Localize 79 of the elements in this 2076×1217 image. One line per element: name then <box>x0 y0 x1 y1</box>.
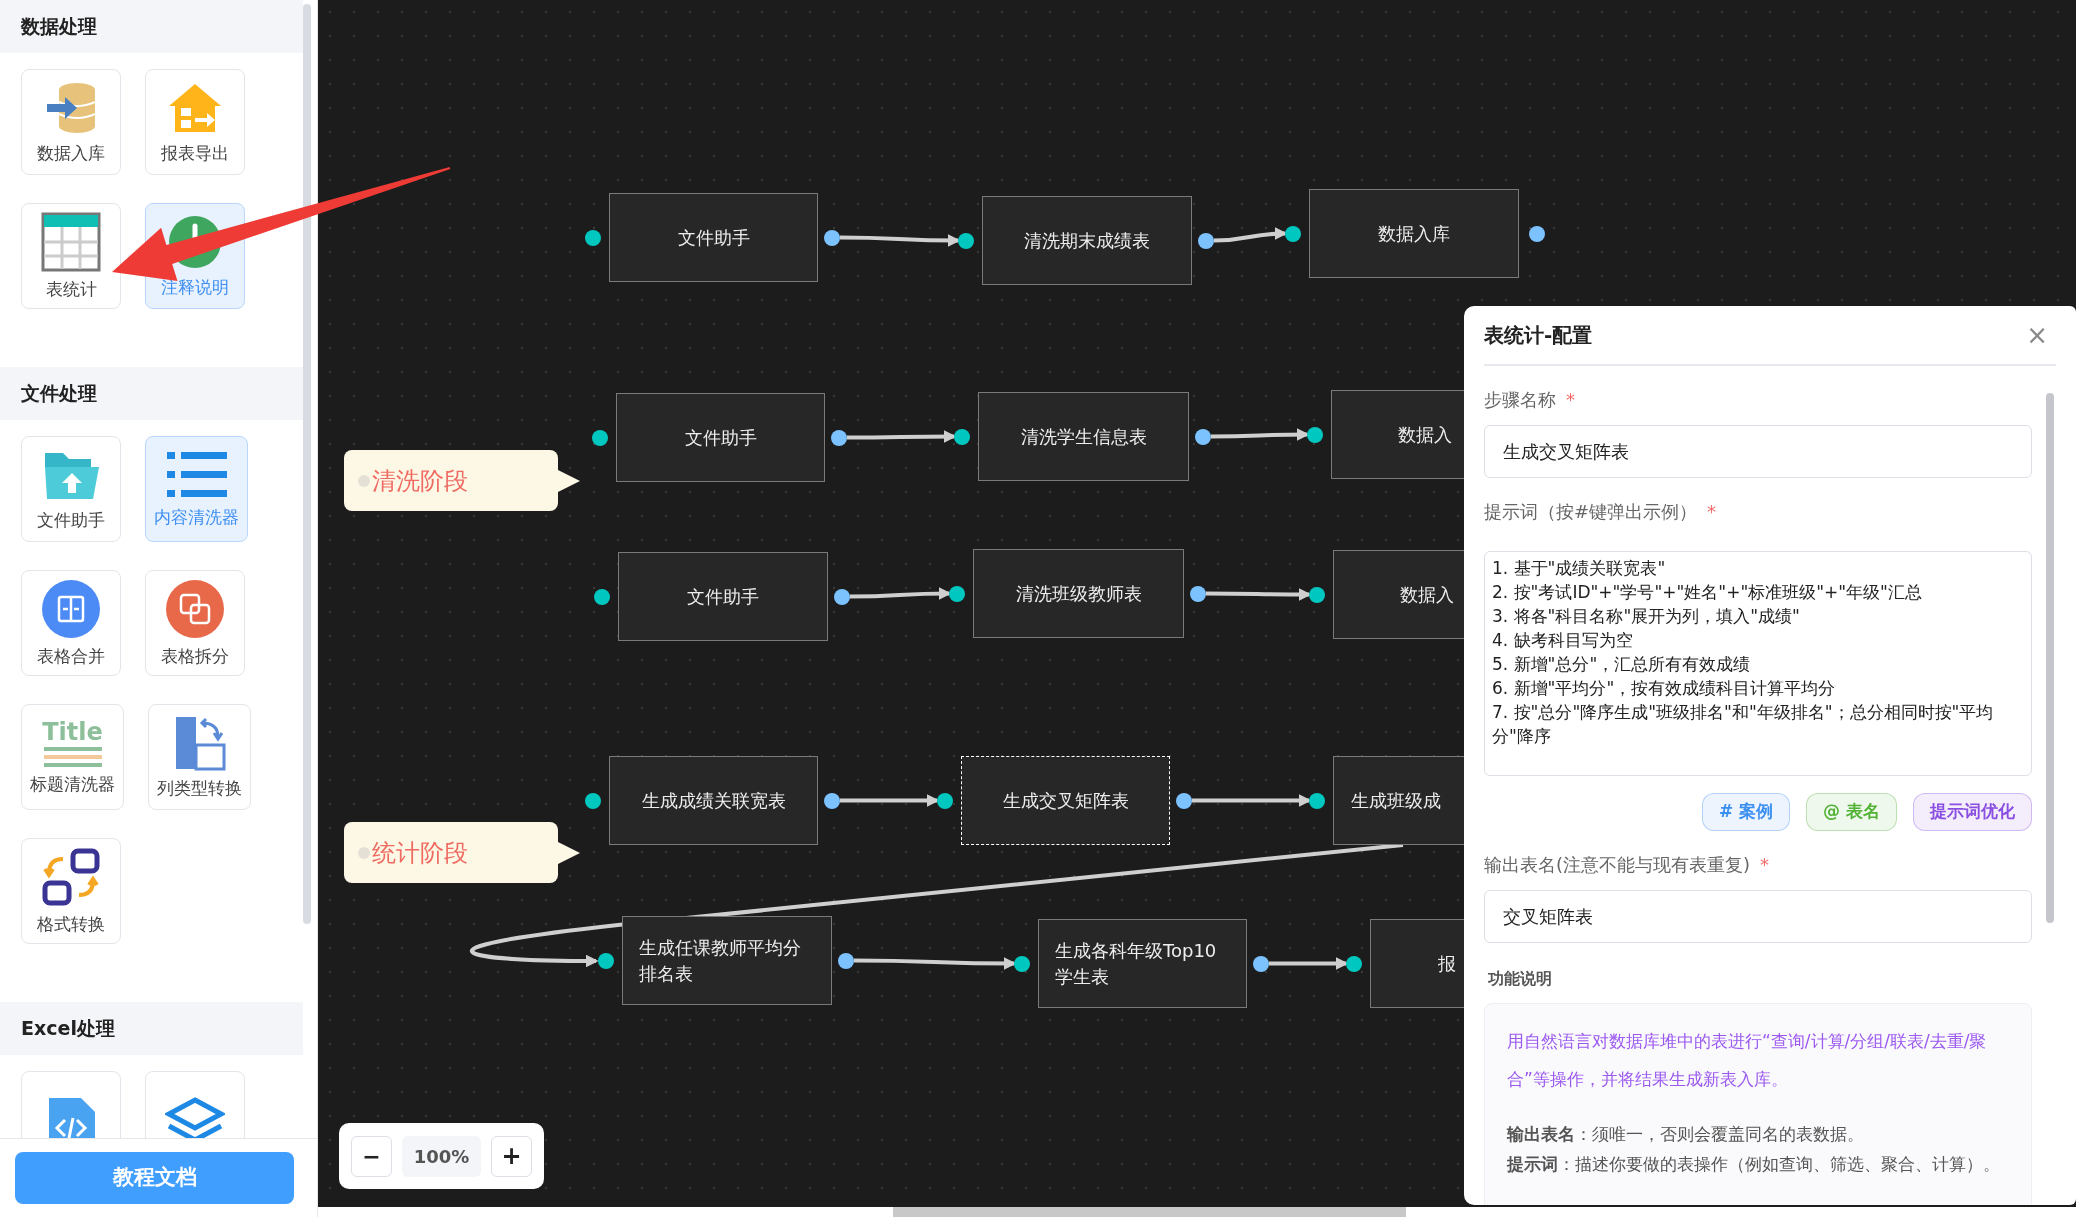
input-port[interactable] <box>594 588 610 605</box>
tool-tile[interactable]: 数据入库 <box>21 69 121 175</box>
field-label: 步骤名称 <box>1484 388 1556 412</box>
input-port[interactable] <box>1309 792 1325 809</box>
output-port[interactable] <box>824 229 840 246</box>
zoom-level: 100% <box>401 1135 482 1177</box>
section-header: 文件处理 <box>0 367 303 420</box>
output-port[interactable] <box>834 588 850 605</box>
flow-node[interactable]: 文件助手 <box>609 193 818 282</box>
callout-pointer <box>556 841 580 865</box>
input-port[interactable] <box>1285 225 1301 242</box>
close-button[interactable]: × <box>2026 315 2048 355</box>
input-port[interactable] <box>1014 955 1030 972</box>
input-port[interactable] <box>1346 955 1362 972</box>
field-label: 提示词（按#键弹出示例） <box>1484 500 1698 524</box>
scrollbar[interactable] <box>2046 393 2054 923</box>
flow-node[interactable]: 生成任课教师平均分排名表 <box>622 916 832 1005</box>
flow-node[interactable]: 清洗班级教师表 <box>973 549 1184 638</box>
tool-tile[interactable]: 表格合并 <box>21 570 121 676</box>
flow-node[interactable]: 生成成绩关联宽表 <box>609 756 818 845</box>
zoom-in-button[interactable]: + <box>491 1135 532 1177</box>
input-port[interactable] <box>958 232 974 249</box>
flow-node[interactable]: 生成各科年级Top10学生表 <box>1038 919 1247 1008</box>
section-header: Excel处理 <box>0 1002 303 1055</box>
input-port[interactable] <box>954 428 970 445</box>
layers-icon <box>165 1096 225 1138</box>
output-port[interactable] <box>831 429 847 446</box>
required-mark: * <box>1760 853 1770 877</box>
flow-node[interactable]: 文件助手 <box>616 393 825 482</box>
text-field[interactable]: 生成交叉矩阵表 <box>1484 425 2032 478</box>
flow-node[interactable]: 数据入库 <box>1309 189 1519 278</box>
flow-node[interactable]: 清洗学生信息表 <box>978 392 1189 481</box>
scrollbar[interactable] <box>303 4 311 924</box>
input-port[interactable] <box>949 585 965 602</box>
tool-tile[interactable]: Title 标题清洗器 <box>21 704 124 810</box>
required-mark: * <box>1707 500 1717 524</box>
tool-tile[interactable]: 列类型转换 <box>148 704 251 810</box>
input-port[interactable] <box>592 429 608 446</box>
prompt-textarea[interactable]: 1. 基于"成绩关联宽表" 2. 按"考试ID"+"学号"+"姓名"+"标准班级"+"年级"汇总 3. 将各"科目名称"展开为列，填入"成绩" 4. 缺考科目写为空 5. 新增"总分"，汇总所有有效成绩 6. 新增"平均分"，按有效成绩科目计算平均分 7. 按"总分"降序生成"班级排名"和"年级排名"；总分相同时按"平均分"降序 <box>1484 551 2032 776</box>
section-title: 功能说明 <box>1488 968 1553 990</box>
panel-title: 表统计-配置 <box>1484 322 1593 349</box>
tool-tile[interactable]: 表统计 <box>21 203 121 309</box>
output-port[interactable] <box>1198 232 1214 249</box>
merge-icon <box>41 579 101 639</box>
tool-tile[interactable]: 报表导出 <box>145 69 245 175</box>
flow-node[interactable]: 生成交叉矩阵表 <box>961 756 1170 845</box>
field-label: 输出表名(注意不能与现有表重复) <box>1484 853 1751 877</box>
input-port[interactable] <box>585 792 601 809</box>
scrollbar[interactable] <box>893 1207 1406 1217</box>
required-mark: * <box>1566 388 1575 412</box>
text-field[interactable]: 交叉矩阵表 <box>1484 890 2032 943</box>
list-icon <box>166 450 227 500</box>
input-port[interactable] <box>598 952 614 969</box>
input-port[interactable] <box>585 229 601 246</box>
table-icon <box>41 212 101 272</box>
output-port[interactable] <box>824 792 840 809</box>
output-port[interactable] <box>1253 955 1269 972</box>
note-text: 提示词：描述你要做的表操作（例如查询、筛选、聚合、计算）。 <box>1507 1153 2001 1176</box>
section-header: 数据处理 <box>0 0 303 53</box>
prompt-action-button[interactable]: 提示词优化 <box>1913 793 2032 831</box>
note-text: 输出表名：须唯一，否则会覆盖同名的表数据。 <box>1507 1123 1865 1146</box>
flow-node[interactable]: 文件助手 <box>618 552 828 641</box>
tool-tile[interactable]: 表格拆分 <box>145 570 245 676</box>
output-port[interactable] <box>838 952 854 969</box>
output-port[interactable] <box>1529 225 1545 242</box>
callout-pointer <box>556 469 580 493</box>
tool-tile[interactable]: 文件助手 <box>21 436 121 542</box>
input-port[interactable] <box>1307 426 1323 443</box>
split-icon <box>165 579 225 639</box>
summary-text: 用自然语言对数据库堆中的表进行“查询/计算/分组/联表/去重/聚合”等操作，并将结果生成新表入库。 <box>1507 1030 1988 1091</box>
input-port[interactable] <box>1309 586 1325 603</box>
zoom-out-button[interactable]: − <box>351 1135 392 1177</box>
output-port[interactable] <box>1190 585 1206 602</box>
format-convert-icon <box>41 847 101 907</box>
output-port[interactable] <box>1176 792 1192 809</box>
input-port[interactable] <box>937 792 953 809</box>
flow-node[interactable]: 清洗期末成绩表 <box>982 196 1192 285</box>
output-port[interactable] <box>1195 428 1211 445</box>
tool-tile[interactable]: 格式转换 <box>21 838 121 944</box>
